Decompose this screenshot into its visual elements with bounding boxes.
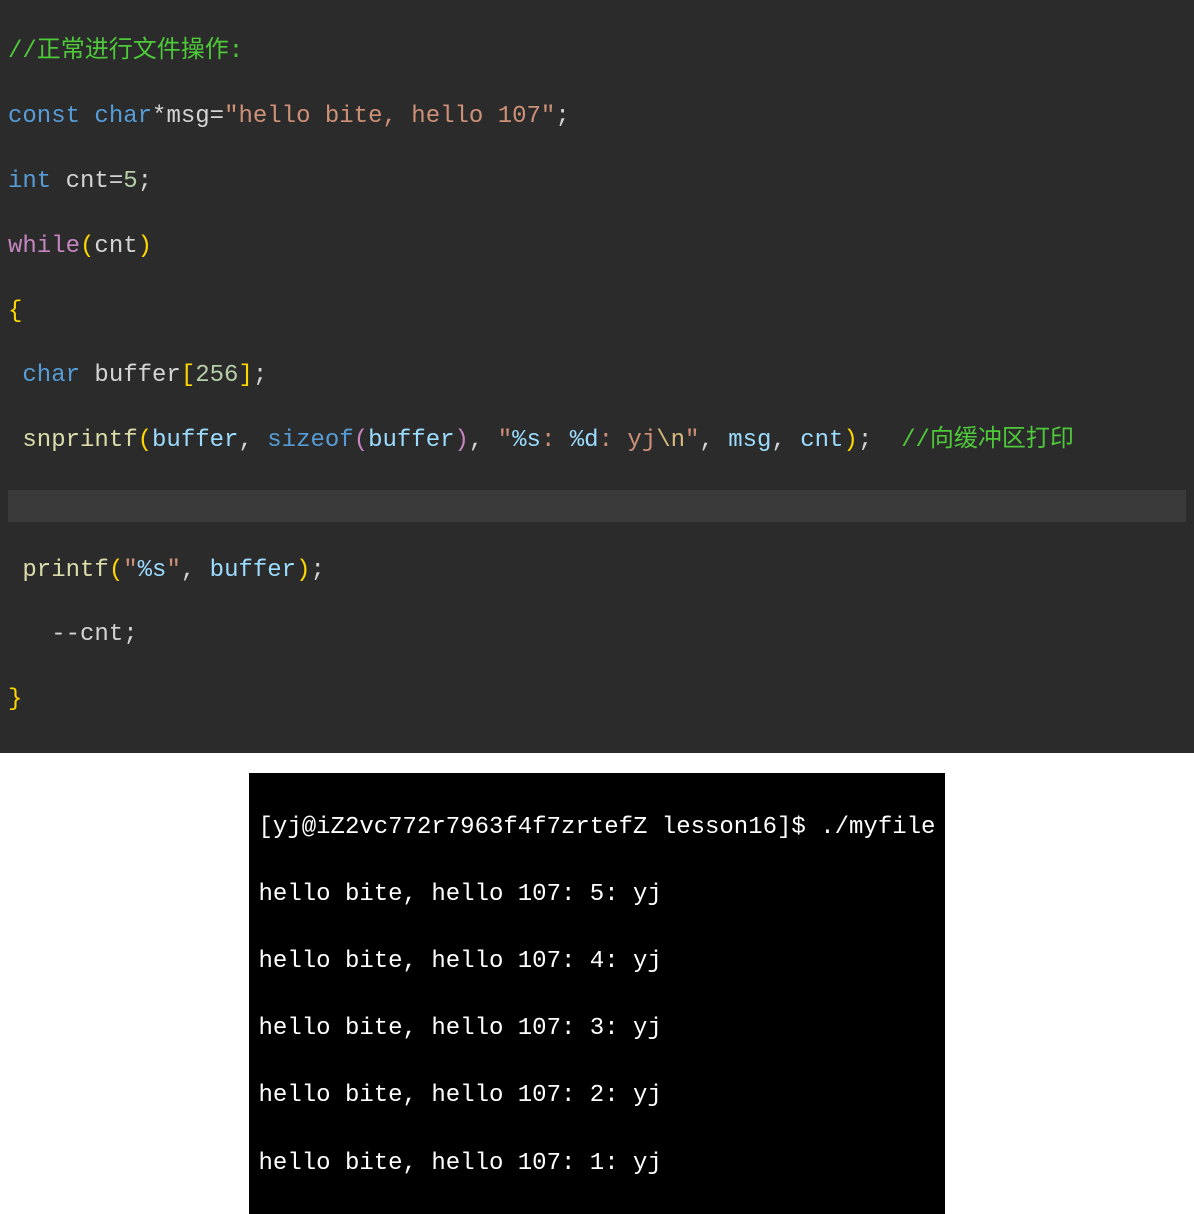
param-cnt: cnt [800, 427, 843, 454]
param-buffer: buffer [152, 427, 238, 454]
code-line-9: printf("%s", buffer); [8, 555, 1186, 587]
var-msg: msg [166, 103, 209, 130]
param-buffer: buffer [210, 557, 296, 584]
code-line-10: --cnt; [8, 619, 1186, 651]
comment: //正常进行文件操作: [8, 38, 243, 65]
code-line-2: const char*msg="hello bite, hello 107"; [8, 101, 1186, 133]
kw-char: char [94, 103, 152, 130]
terminal-line: hello bite, hello 107: 3: yj [259, 1012, 936, 1046]
var-buffer: buffer [94, 362, 180, 389]
kw-while: while [8, 233, 80, 260]
brace-open: { [8, 298, 22, 325]
func-snprintf: snprintf [22, 427, 137, 454]
code-editor: //正常进行文件操作: const char*msg="hello bite, … [0, 0, 1194, 753]
brace-close: } [8, 686, 22, 713]
terminal-line: hello bite, hello 107: 1: yj [259, 1147, 936, 1181]
code-line-4: while(cnt) [8, 231, 1186, 263]
var-cnt: cnt [66, 168, 109, 195]
escape-char: \n [656, 427, 685, 454]
code-line-1: //正常进行文件操作: [8, 36, 1186, 68]
kw-char: char [22, 362, 80, 389]
code-line-8-highlight [8, 490, 1186, 522]
terminal-line: hello bite, hello 107: 4: yj [259, 945, 936, 979]
var-cnt: cnt [80, 621, 123, 648]
kw-sizeof: sizeof [267, 427, 353, 454]
number: 256 [195, 362, 238, 389]
number: 5 [123, 168, 137, 195]
terminal-prompt-line: [yj@iZ2vc772r7963f4f7zrtefZ lesson16]$ .… [259, 811, 936, 845]
var-cnt: cnt [94, 233, 137, 260]
format-spec: %d [570, 427, 599, 454]
terminal-container: [yj@iZ2vc772r7963f4f7zrtefZ lesson16]$ .… [0, 773, 1194, 1214]
code-line-3: int cnt=5; [8, 166, 1186, 198]
param-msg: msg [728, 427, 771, 454]
string-literal: "hello bite, hello 107" [224, 103, 555, 130]
func-printf: printf [22, 557, 108, 584]
terminal-line: hello bite, hello 107: 2: yj [259, 1079, 936, 1113]
terminal-line: hello bite, hello 107: 5: yj [259, 878, 936, 912]
kw-int: int [8, 168, 51, 195]
code-line-5: { [8, 296, 1186, 328]
format-spec: %s [512, 427, 541, 454]
code-line-11: } [8, 684, 1186, 716]
kw-const: const [8, 103, 80, 130]
format-spec: %s [138, 557, 167, 584]
code-line-6: char buffer[256]; [8, 360, 1186, 392]
terminal-output: [yj@iZ2vc772r7963f4f7zrtefZ lesson16]$ .… [249, 773, 946, 1214]
code-line-7: snprintf(buffer, sizeof(buffer), "%s: %d… [8, 425, 1186, 457]
comment: //向缓冲区打印 [901, 427, 1074, 454]
